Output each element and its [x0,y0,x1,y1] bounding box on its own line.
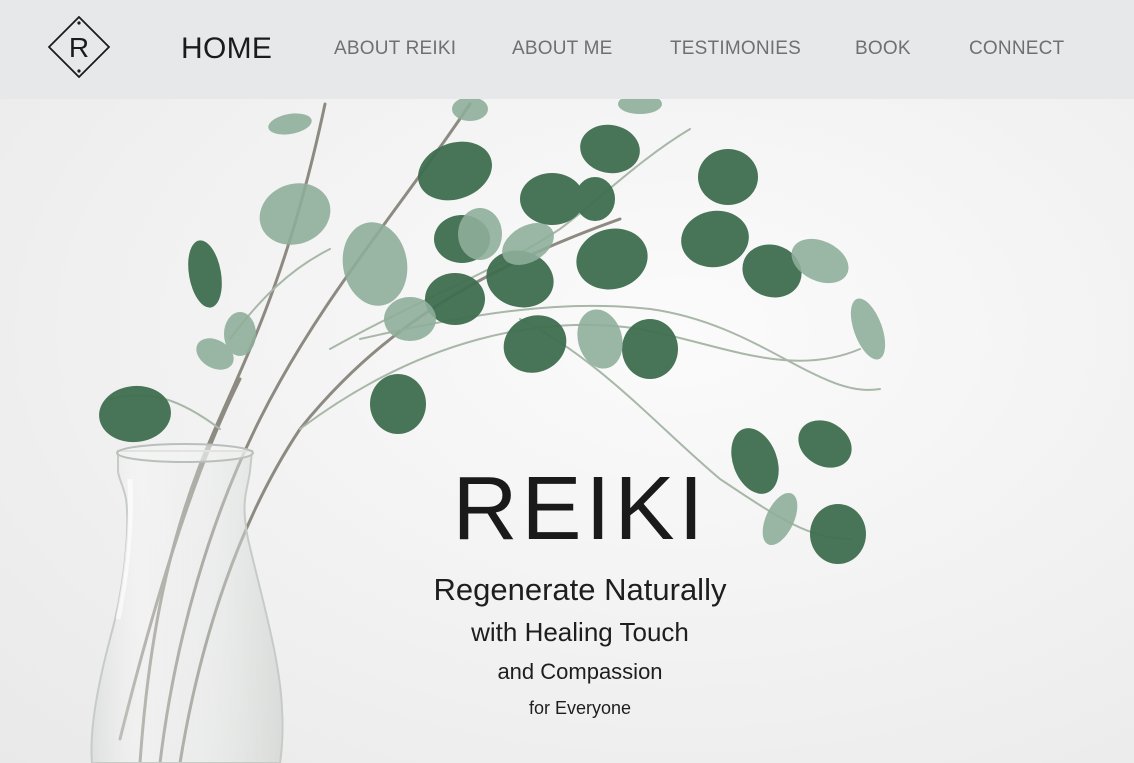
hero-line-3: and Compassion [497,659,663,684]
nav-testimonies[interactable]: TESTIMONIES [670,34,801,64]
nav-about-me[interactable]: ABOUT ME [512,34,613,64]
hero-title: REIKI [452,459,708,559]
vase [90,443,284,763]
nav-connect[interactable]: CONNECT [969,34,1064,64]
site-header: R HOME ABOUT REIKI ABOUT ME TESTIMONIES … [0,0,1134,99]
nav-home[interactable]: HOME [181,31,272,67]
hero-line-2: with Healing Touch [471,617,689,647]
hero-section: REIKI Regenerate Naturally with Healing … [0,99,1134,763]
nav-book[interactable]: BOOK [855,34,911,64]
hero-line-1: Regenerate Naturally [433,572,727,607]
nav-about-reiki[interactable]: ABOUT REIKI [334,34,456,64]
main-nav: HOME ABOUT REIKI ABOUT ME TESTIMONIES BO… [0,0,1134,99]
hero-line-4: for Everyone [528,698,632,718]
